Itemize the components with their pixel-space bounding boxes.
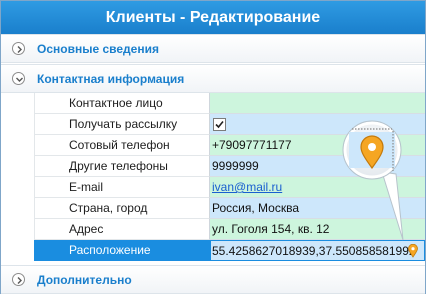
section-basic-info[interactable]: Основные сведения: [1, 34, 425, 63]
other-phones-input[interactable]: 9999999: [210, 156, 425, 177]
newsletter-checkbox[interactable]: [213, 117, 226, 131]
field-label: Страна, город: [34, 198, 210, 219]
row-gutter: [1, 240, 34, 261]
section-additional[interactable]: Дополнительно: [1, 265, 425, 294]
email-link[interactable]: ivan@mail.ru: [212, 180, 282, 194]
field-label: Адрес: [34, 219, 210, 240]
section-additional-label: Дополнительно: [37, 272, 132, 287]
edit-window: Клиенты - Редактирование Основные сведен…: [0, 0, 426, 294]
chevron-down-icon: [12, 72, 25, 85]
chevron-right-icon: [12, 273, 25, 286]
field-label: Контактное лицо: [34, 93, 210, 114]
field-label: Другие телефоны: [34, 156, 210, 177]
checkmark-icon: [215, 120, 224, 128]
section-basic-info-label: Основные сведения: [37, 41, 159, 56]
location-input[interactable]: 55.4258627018939,37.550858581992: [210, 240, 425, 261]
field-row-email[interactable]: E-mail ivan@mail.ru: [1, 177, 425, 198]
field-row-country-city[interactable]: Страна, город Россия, Москва: [1, 198, 425, 219]
field-row-other-phones[interactable]: Другие телефоны 9999999: [1, 156, 425, 177]
address-input[interactable]: ул. Гоголя 154, кв. 12: [210, 219, 425, 240]
field-label: E-mail: [34, 177, 210, 198]
section-contact-info-label: Контактная информация: [37, 71, 185, 86]
row-gutter: [1, 114, 34, 135]
newsletter-value-cell[interactable]: [210, 114, 425, 135]
row-gutter: [1, 177, 34, 198]
row-gutter: [1, 219, 34, 240]
email-field[interactable]: ivan@mail.ru: [210, 177, 425, 198]
row-gutter: [1, 93, 34, 114]
field-row-contact-person[interactable]: Контактное лицо: [1, 93, 425, 114]
mobile-phone-input[interactable]: +79097771177: [210, 135, 425, 156]
section-contact-info[interactable]: Контактная информация: [1, 64, 425, 93]
location-value: 55.4258627018939,37.550858581992: [212, 243, 416, 258]
field-label: Расположение: [34, 240, 210, 261]
field-label: Сотовый телефон: [34, 135, 210, 156]
map-pin-icon[interactable]: [408, 243, 418, 260]
field-row-address[interactable]: Адрес ул. Гоголя 154, кв. 12: [1, 219, 425, 240]
chevron-right-icon: [12, 42, 25, 55]
field-label: Получать рассылку: [34, 114, 210, 135]
row-gutter: [1, 156, 34, 177]
contact-person-input[interactable]: [210, 93, 425, 114]
field-row-location[interactable]: Расположение 55.4258627018939,37.5508585…: [1, 240, 425, 261]
row-gutter: [1, 198, 34, 219]
row-gutter: [1, 135, 34, 156]
country-city-input[interactable]: Россия, Москва: [210, 198, 425, 219]
field-row-mobile-phone[interactable]: Сотовый телефон +79097771177: [1, 135, 425, 156]
field-row-newsletter[interactable]: Получать рассылку: [1, 114, 425, 135]
window-title: Клиенты - Редактирование: [1, 1, 425, 34]
